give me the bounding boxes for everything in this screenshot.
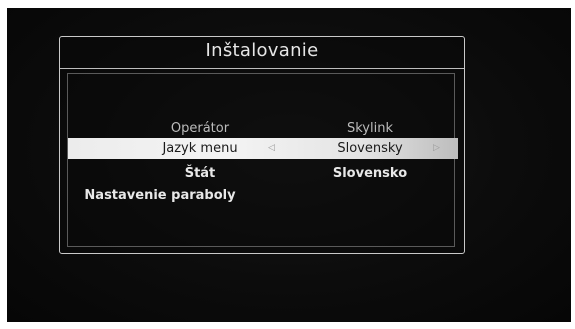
menu-row-language[interactable]: Jazyk menu ◁ Slovensky ▷ xyxy=(68,138,458,159)
country-value: Slovensko xyxy=(332,166,408,181)
operator-value: Skylink xyxy=(346,121,393,136)
language-value: Slovensky xyxy=(337,141,403,156)
menu-row-dish-setup[interactable]: Nastavenie paraboly xyxy=(60,185,464,206)
menu-row-operator[interactable]: Operátor Skylink xyxy=(60,118,464,139)
menu-row-country[interactable]: Štát Slovensko xyxy=(60,163,464,184)
country-label: Štát xyxy=(184,166,216,181)
language-label: Jazyk menu xyxy=(162,141,238,156)
menu-frame xyxy=(67,73,455,247)
installation-dialog: Inštalovanie Operátor Skylink Jazyk menu… xyxy=(59,36,465,254)
dish-setup-label: Nastavenie paraboly xyxy=(84,188,236,203)
title-divider xyxy=(60,68,464,69)
tv-screen: Inštalovanie Operátor Skylink Jazyk menu… xyxy=(7,8,571,322)
dialog-title: Inštalovanie xyxy=(205,40,319,61)
operator-label: Operátor xyxy=(170,121,230,136)
arrow-left-icon[interactable]: ◁ xyxy=(268,138,275,159)
arrow-right-icon[interactable]: ▷ xyxy=(433,138,440,159)
